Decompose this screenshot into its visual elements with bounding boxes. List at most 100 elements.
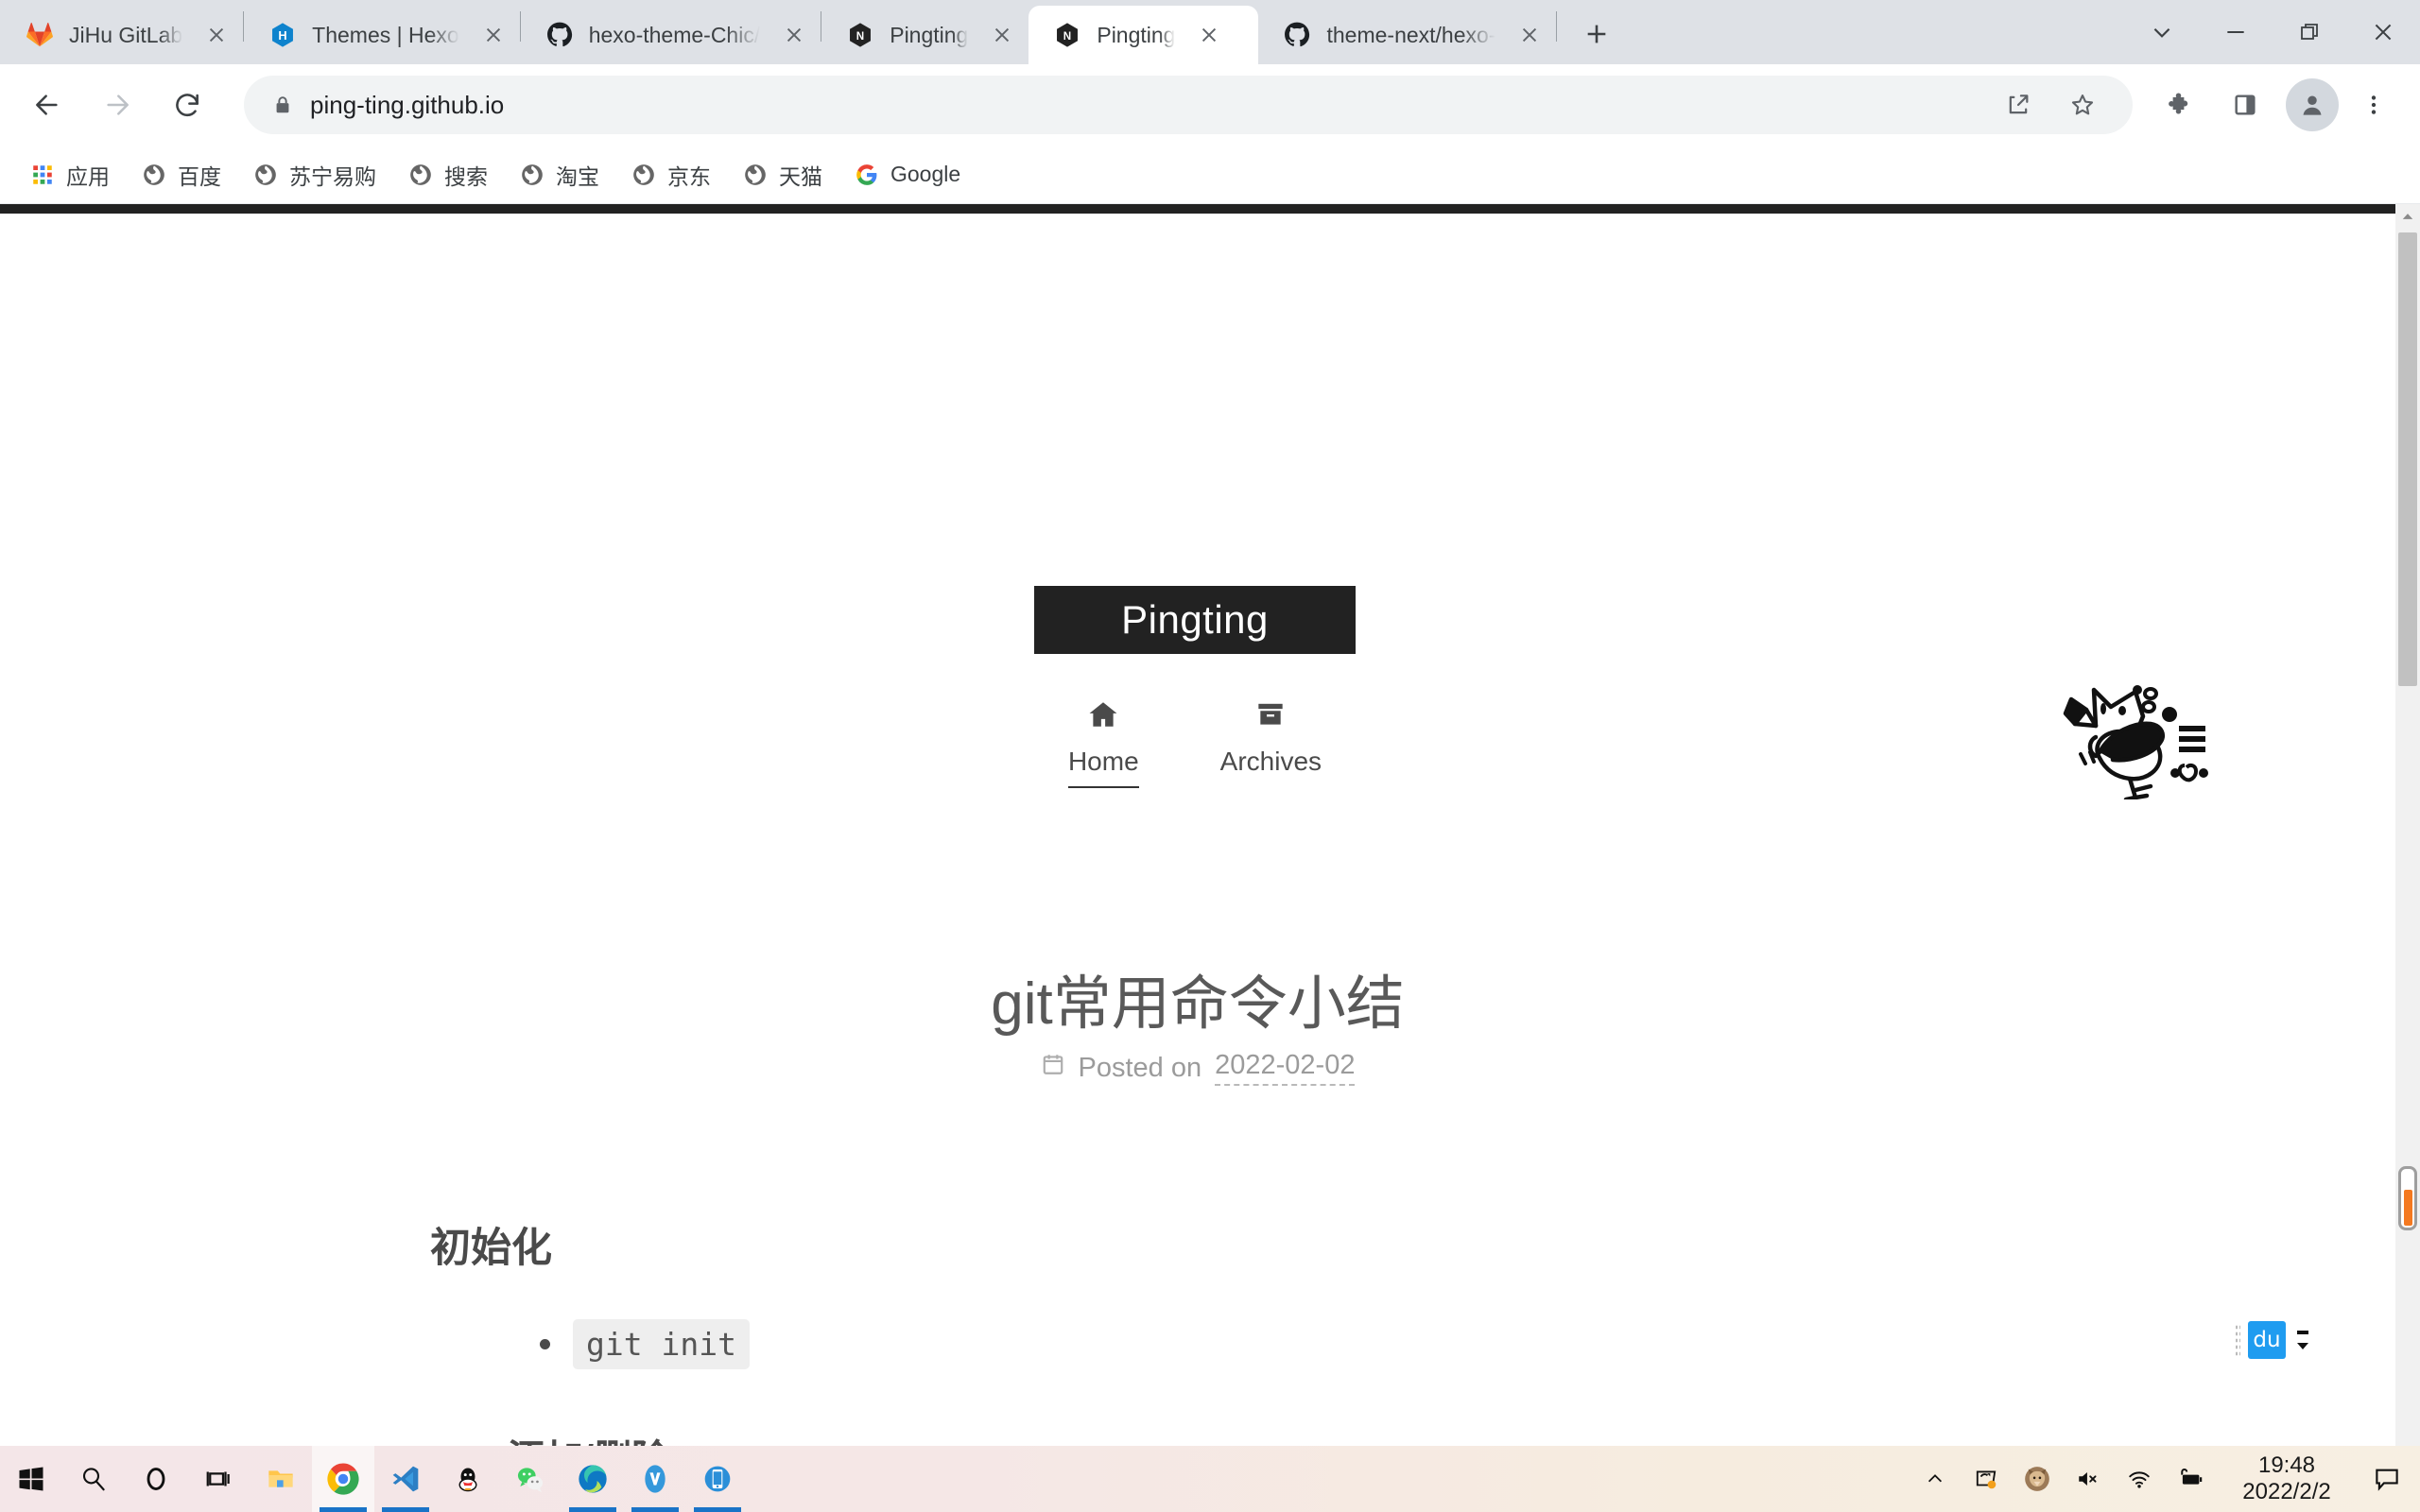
tab-close-button[interactable] [981,14,1023,56]
bookmark-jd[interactable]: 京东 [618,152,722,198]
clock-date: 2022/2/2 [2242,1479,2331,1504]
tab-close-button[interactable] [196,14,237,56]
mobile-assistant[interactable] [686,1446,749,1512]
back-arrow-icon[interactable] [17,75,78,135]
baidu-ime-widget[interactable]: du [2229,1317,2318,1363]
star-icon[interactable] [2053,76,2112,134]
hexo-icon: H [268,21,297,49]
home-icon [1087,696,1119,733]
post-body: 初始化 git init 添加/删除 git add git commit [430,1215,1980,1446]
notification-icon[interactable] [2358,1446,2416,1512]
vs-code[interactable] [374,1446,437,1512]
url-text: ping-ting.github.io [310,90,505,119]
volume-muted-icon[interactable] [2063,1446,2114,1512]
ime-expand-icon[interactable] [2293,1330,2312,1350]
bookmark-google[interactable]: Google [841,152,972,198]
browser-tab[interactable]: H Themes | Hexo [244,6,520,64]
bookmark-label: 淘宝 [556,163,599,189]
tab-title: Pingting [890,22,969,47]
chrome-browser-window: JiHu GitLab H Themes | Hexo hexo-theme-C… [0,0,2420,1446]
post-date[interactable]: 2022-02-02 [1215,1050,1356,1086]
browser-tab[interactable]: theme-next/hexo- [1258,6,1556,64]
tab-close-button[interactable] [1188,14,1230,56]
three-dot-menu-icon[interactable] [2344,76,2403,134]
forward-arrow-icon [87,75,147,135]
section-heading: 初始化 [430,1226,552,1271]
browser-tab-active[interactable]: N Pingting [1028,6,1259,64]
tab-search-button[interactable] [2125,0,2199,64]
qq[interactable] [437,1446,499,1512]
battery-charging-icon[interactable] [2165,1446,2216,1512]
globe-icon [140,161,168,189]
tab-close-button[interactable] [473,14,514,56]
side-panel-icon[interactable] [2216,76,2274,134]
address-bar[interactable]: ping-ting.github.io [244,76,2133,134]
window-controls [2125,0,2420,64]
tab-close-button[interactable] [773,14,815,56]
bookmark-tmall[interactable]: 天猫 [730,152,834,198]
microsoft-edge[interactable] [562,1446,624,1512]
github-icon [1283,21,1311,49]
profile-avatar-icon[interactable] [2286,78,2339,131]
nav-label: Archives [1219,747,1322,776]
bookmark-search[interactable]: 搜索 [395,152,499,198]
tab-separator [1556,11,1558,42]
cat-photo-icon[interactable] [2012,1446,2063,1512]
taskbar-clock[interactable]: 19:48 2022/2/2 [2216,1446,2358,1512]
tab-title: theme-next/hexo- [1326,22,1496,47]
browser-tab[interactable]: JiHu GitLab [1,6,243,64]
maximize-restore-button[interactable] [2273,0,2346,64]
list-item: git init [540,1319,1980,1369]
drag-grip-icon[interactable] [2235,1324,2240,1356]
bookmark-apps[interactable]: 应用 [17,152,121,198]
reload-icon[interactable] [157,75,217,135]
post-title: git常用命令小结 [991,971,1405,1037]
globe-icon [518,161,546,189]
section-heading: 添加/删除 [508,1428,1980,1446]
globe-icon [406,161,435,189]
bookmark-label: 搜索 [444,163,488,189]
chevron-up-icon[interactable] [1910,1446,1961,1512]
minimize-button[interactable] [2199,0,2273,64]
puzzle-icon[interactable] [2152,76,2210,134]
page-scrollbar[interactable] [2395,204,2420,1446]
site-title[interactable]: Pingting [1034,586,1356,654]
browser-tab[interactable]: N Pingting [821,6,1028,64]
ime-mode-button[interactable]: du [2248,1321,2286,1359]
nav-item-home[interactable]: Home [1067,696,1139,788]
svg-text:N: N [1063,30,1071,43]
scroll-up-arrow[interactable] [2395,204,2420,229]
wifi-icon[interactable] [2114,1446,2165,1512]
task-view-button[interactable] [187,1446,250,1512]
bookmark-label: 百度 [178,163,221,189]
wechat[interactable] [499,1446,562,1512]
bookmark-baidu[interactable]: 百度 [129,152,233,198]
page-top-accent-bar [0,204,2395,214]
cortana-button[interactable] [125,1446,187,1512]
browser-tab[interactable]: hexo-theme-Chic/ [521,6,821,64]
file-explorer[interactable] [250,1446,312,1512]
search-button[interactable] [62,1446,125,1512]
close-window-button[interactable] [2346,0,2420,64]
tab-close-button[interactable] [1509,14,1550,56]
site-navigation: Home Archives [1034,696,1356,788]
nav-item-archives[interactable]: Archives [1220,696,1322,788]
share-icon[interactable] [1989,76,2048,134]
tab-title: Pingting [1097,22,1176,47]
page-viewport: Pingting Home Archives git常用命令小结 Posted … [0,204,2420,1446]
progress-fill [2403,1190,2412,1226]
bookmark-taobao[interactable]: 淘宝 [507,152,611,198]
bookmark-suning[interactable]: 苏宁易购 [240,152,388,198]
start-button[interactable] [0,1446,62,1512]
google-chrome[interactable] [312,1446,374,1512]
post-meta-prefix: Posted on [1078,1052,1202,1083]
bookmark-label: Google [890,162,961,186]
onedrive-sync-icon[interactable] [1961,1446,2012,1512]
new-tab-button[interactable] [1570,8,1623,60]
bookmark-label: 苏宁易购 [289,163,376,189]
scrollbar-thumb[interactable] [2398,232,2417,686]
globe-icon [741,161,769,189]
lock-icon [265,94,301,115]
site-title-text: Pingting [1121,597,1269,642]
app-v[interactable] [624,1446,686,1512]
